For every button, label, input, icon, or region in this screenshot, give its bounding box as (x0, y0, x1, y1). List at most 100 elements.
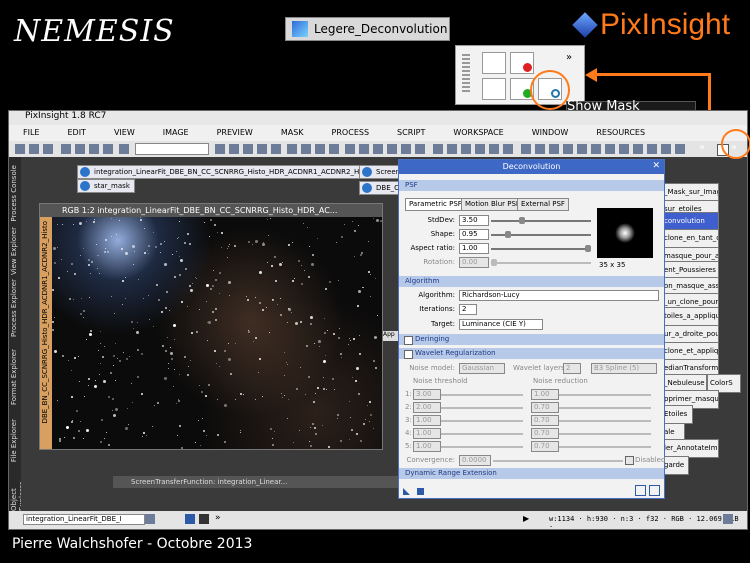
process-icon-right[interactable]: toiles_a_appliquer_sur_le_cli (661, 307, 719, 326)
pan-icon[interactable] (215, 144, 225, 154)
noise-threshold-input[interactable]: 2.00 (413, 402, 441, 413)
view-f-icon[interactable] (591, 144, 601, 154)
reset-icon[interactable] (43, 144, 53, 154)
noise-reduction-input[interactable]: 1.00 (531, 389, 559, 400)
view-b-icon[interactable] (535, 144, 545, 154)
tab-view-explorer[interactable]: View Explorer (10, 227, 18, 275)
shape-slider[interactable] (491, 231, 591, 238)
view-i-icon[interactable] (633, 144, 643, 154)
aspect-ratio-input[interactable]: 1.00 (459, 243, 489, 254)
stddev-input[interactable]: 3.50 (459, 215, 489, 226)
noise-reduction-input[interactable]: 0.70 (531, 415, 559, 426)
noise-reduction-slider[interactable] (559, 394, 651, 396)
window-d-icon[interactable] (475, 144, 485, 154)
new-instance-icon[interactable] (403, 488, 410, 495)
shape-input[interactable]: 0.95 (459, 229, 489, 240)
preview-icon[interactable] (315, 144, 325, 154)
zoom-in-icon[interactable] (229, 144, 239, 154)
noise-model-select[interactable]: Gaussian (459, 363, 505, 374)
reset-icon[interactable] (649, 485, 660, 496)
stf-window-shaded[interactable]: ScreenTransferFunction: integration_Line… (113, 476, 423, 488)
tab-process-console[interactable]: Process Console (10, 165, 18, 222)
view-l-icon[interactable] (675, 144, 685, 154)
section-algorithm[interactable]: Algorithm (399, 276, 664, 287)
wavelet-layers-select[interactable]: 2 (563, 363, 581, 374)
zoom-c-icon[interactable] (401, 144, 411, 154)
stddev-slider[interactable] (491, 217, 591, 224)
toolbar-grip[interactable] (462, 54, 470, 94)
zoom-d-icon[interactable] (415, 144, 425, 154)
view-k-icon[interactable] (661, 144, 671, 154)
browse-documentation-icon[interactable] (635, 485, 646, 496)
noise-reduction-slider[interactable] (559, 446, 651, 448)
process-icon-right[interactable]: clone_en_tant_que_masque (661, 229, 719, 248)
menu-window[interactable]: WINDOW (518, 125, 583, 141)
extend-toolbar-icon[interactable]: » (566, 52, 572, 63)
close-icon[interactable]: ✕ (652, 161, 660, 171)
select-icon[interactable] (301, 144, 311, 154)
section-psf[interactable]: PSF (399, 180, 664, 191)
view-e-icon[interactable] (577, 144, 587, 154)
set-mask-button[interactable] (482, 52, 506, 74)
process-icon-right[interactable]: Etoiles (661, 405, 693, 424)
astro-image[interactable] (52, 217, 382, 449)
rotation-slider[interactable] (491, 259, 591, 266)
noise-reduction-slider[interactable] (559, 407, 651, 409)
noise-threshold-input[interactable]: 1.00 (413, 415, 441, 426)
iterations-input[interactable]: 2 (459, 304, 477, 315)
noise-threshold-slider[interactable] (441, 433, 523, 435)
view-h-icon[interactable] (619, 144, 629, 154)
stf-reset-icon[interactable] (359, 144, 369, 154)
tab-format-explorer[interactable]: Format Explorer (10, 349, 18, 405)
rgb-channel-icon[interactable] (61, 144, 71, 154)
invert-mask-button[interactable] (482, 78, 506, 100)
undo-icon[interactable] (15, 144, 25, 154)
luminance-icon[interactable] (119, 144, 129, 154)
stf-auto-icon[interactable] (345, 144, 355, 154)
tab-external-psf[interactable]: External PSF (517, 198, 569, 211)
noise-threshold-input[interactable]: 1.00 (413, 441, 441, 452)
zoom-b-icon[interactable] (387, 144, 397, 154)
window-a-icon[interactable] (433, 144, 443, 154)
menu-image[interactable]: IMAGE (149, 125, 203, 141)
menu-process[interactable]: PROCESS (318, 125, 383, 141)
desktop-icon-integration-clone[interactable]: integration_LinearFit_DBE_BN_CC_SCNRRG_H… (77, 165, 400, 179)
red-channel-icon[interactable] (75, 144, 85, 154)
window-b-icon[interactable] (447, 144, 457, 154)
blue-channel-icon[interactable] (103, 144, 113, 154)
status-a-icon[interactable] (185, 514, 195, 524)
rotation-input[interactable]: 0.00 (459, 257, 489, 268)
window-c-icon[interactable] (461, 144, 471, 154)
remove-mask-button[interactable] (510, 52, 534, 74)
status-extend-icon[interactable]: » (215, 513, 221, 523)
noise-threshold-slider[interactable] (441, 446, 523, 448)
green-channel-icon[interactable] (89, 144, 99, 154)
convergence-slider[interactable] (493, 460, 623, 462)
zoom-out-icon[interactable] (243, 144, 253, 154)
noise-reduction-input[interactable]: 0.70 (531, 402, 559, 413)
status-end-icon[interactable] (723, 514, 733, 524)
view-g-icon[interactable] (605, 144, 615, 154)
section-deringing[interactable]: Deringing (399, 334, 664, 345)
window-e-icon[interactable] (489, 144, 499, 154)
view-d-icon[interactable] (563, 144, 573, 154)
menu-mask[interactable]: MASK (267, 125, 318, 141)
menu-preview[interactable]: PREVIEW (203, 125, 267, 141)
view-selector[interactable]: integration_LinearFit_DBE_I (23, 514, 145, 525)
noise-reduction-input[interactable]: 0.70 (531, 428, 559, 439)
noise-reduction-slider[interactable] (559, 433, 651, 435)
menu-file[interactable]: FILE (9, 125, 53, 141)
menu-script[interactable]: SCRIPT (383, 125, 439, 141)
new-preview-icon[interactable] (329, 144, 339, 154)
noise-threshold-slider[interactable] (441, 420, 523, 422)
aspect-ratio-slider[interactable] (491, 245, 591, 252)
noise-reduction-slider[interactable] (559, 420, 651, 422)
redo-icon[interactable] (29, 144, 39, 154)
channel-select[interactable]: RGB (135, 143, 209, 155)
view-a-icon[interactable] (521, 144, 531, 154)
noise-threshold-input[interactable]: 3.00 (413, 389, 441, 400)
menu-view[interactable]: VIEW (100, 125, 149, 141)
section-dynamic-range-extension[interactable]: Dynamic Range Extension (399, 468, 664, 479)
tab-parametric-psf[interactable]: Parametric PSF (405, 198, 466, 211)
menu-workspace[interactable]: WORKSPACE (439, 125, 517, 141)
